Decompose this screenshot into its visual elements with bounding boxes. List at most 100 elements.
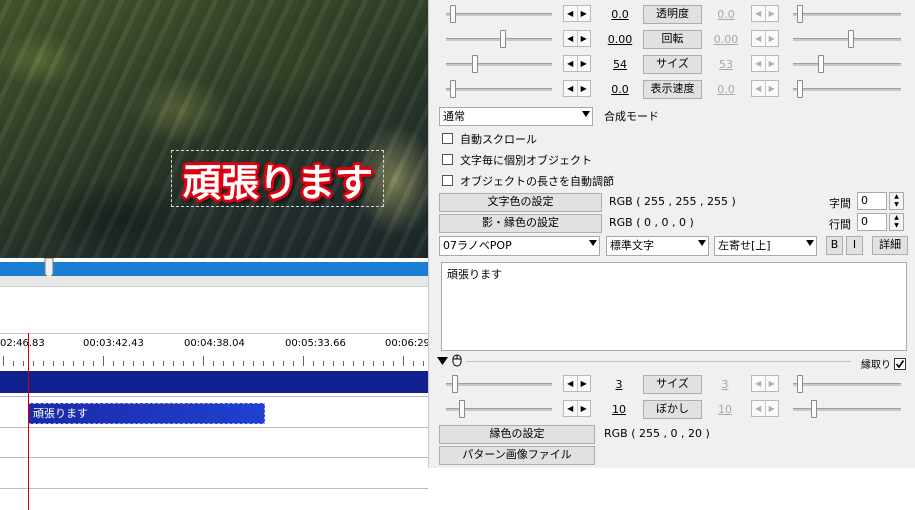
arrow-left-icon[interactable]: ◀ <box>564 31 578 46</box>
arrow-left-icon[interactable]: ◀ <box>752 56 766 71</box>
size-end-value[interactable]: 53 <box>711 58 741 71</box>
slider-handle[interactable] <box>472 55 478 73</box>
arrow-left-icon[interactable]: ◀ <box>752 401 766 416</box>
arrow-left-icon[interactable]: ◀ <box>752 31 766 46</box>
arrow-right-icon[interactable]: ▶ <box>578 376 591 391</box>
pattern-image-button[interactable]: パターン画像ファイル <box>439 446 595 465</box>
arrow-right-icon[interactable]: ▶ <box>766 6 779 21</box>
arrow-left-icon[interactable]: ◀ <box>564 401 578 416</box>
slider-track[interactable] <box>446 13 552 16</box>
layer-bar[interactable] <box>0 371 428 393</box>
arrow-left-icon[interactable]: ◀ <box>752 6 766 21</box>
slider-track[interactable] <box>793 408 901 411</box>
slider-handle[interactable] <box>797 5 803 23</box>
selection-box[interactable] <box>171 150 384 207</box>
char-spacing-spinner[interactable]: ▲ ▼ <box>889 192 904 210</box>
bold-button[interactable]: B <box>826 236 843 255</box>
speed-end-value[interactable]: 0.0 <box>711 83 741 96</box>
arrow-right-icon[interactable]: ▶ <box>578 401 591 416</box>
slider-track[interactable] <box>446 383 552 386</box>
down-arrow-icon[interactable]: ▼ <box>890 201 903 209</box>
slider-track[interactable] <box>446 63 552 66</box>
blur-end-value[interactable]: 10 <box>710 403 740 416</box>
arrow-right-icon[interactable]: ▶ <box>578 31 591 46</box>
value-spinner[interactable]: ◀ ▶ <box>751 30 779 47</box>
arrow-right-icon[interactable]: ▶ <box>578 6 591 21</box>
blur-button[interactable]: ぼかし <box>643 400 702 419</box>
up-arrow-icon[interactable]: ▲ <box>890 193 903 201</box>
slider-handle[interactable] <box>797 375 803 393</box>
slider-track[interactable] <box>793 13 901 16</box>
opacity-button[interactable]: 透明度 <box>643 5 702 24</box>
value-spinner[interactable]: ◀ ▶ <box>751 5 779 22</box>
timeline-clip[interactable]: 頑張ります <box>28 403 265 424</box>
arrow-left-icon[interactable]: ◀ <box>564 81 578 96</box>
down-arrow-icon[interactable]: ▼ <box>890 222 903 230</box>
arrow-left-icon[interactable]: ◀ <box>564 376 578 391</box>
auto-scroll-checkbox[interactable] <box>442 133 453 144</box>
time-ruler[interactable]: 02:46.83 00:03:42.43 00:04:38.04 00:05:3… <box>0 333 433 366</box>
slider-track[interactable] <box>446 38 552 41</box>
speed-start-value[interactable]: 0.0 <box>605 83 635 96</box>
arrow-right-icon[interactable]: ▶ <box>766 81 779 96</box>
seekbar[interactable] <box>0 262 428 276</box>
line-spacing-input[interactable]: 0 <box>857 213 887 231</box>
value-spinner[interactable]: ◀ ▶ <box>563 30 591 47</box>
slider-handle[interactable] <box>818 55 824 73</box>
rotation-start-value[interactable]: 0.00 <box>605 33 635 46</box>
slider-track[interactable] <box>446 88 552 91</box>
char-spacing-input[interactable]: 0 <box>857 192 887 210</box>
opacity-start-value[interactable]: 0.0 <box>605 8 635 21</box>
decoration-select[interactable]: 標準文字 <box>606 236 709 256</box>
value-spinner[interactable]: ◀ ▶ <box>563 80 591 97</box>
slider-track[interactable] <box>793 63 901 66</box>
filter-enable-checkbox[interactable] <box>894 358 906 370</box>
align-select[interactable]: 左寄せ[上] <box>714 236 817 256</box>
value-spinner[interactable]: ◀ ▶ <box>563 375 591 392</box>
slider-handle[interactable] <box>811 400 817 418</box>
value-spinner[interactable]: ◀ ▶ <box>751 55 779 72</box>
arrow-left-icon[interactable]: ◀ <box>564 6 578 21</box>
border-color-button[interactable]: 縁色の設定 <box>439 425 595 444</box>
rotation-end-value[interactable]: 0.00 <box>711 33 741 46</box>
line-spacing-spinner[interactable]: ▲ ▼ <box>889 213 904 231</box>
arrow-left-icon[interactable]: ◀ <box>752 376 766 391</box>
blend-mode-select[interactable]: 通常 <box>439 107 593 126</box>
size-button[interactable]: サイズ <box>643 55 702 74</box>
shadow-color-button[interactable]: 影・縁色の設定 <box>439 214 602 233</box>
per-char-object-checkbox[interactable] <box>442 154 453 165</box>
value-spinner[interactable]: ◀ ▶ <box>751 400 779 417</box>
rotation-button[interactable]: 回転 <box>643 30 702 49</box>
value-spinner[interactable]: ◀ ▶ <box>751 375 779 392</box>
slider-handle[interactable] <box>500 30 506 48</box>
mouse-icon[interactable] <box>452 354 462 367</box>
value-spinner[interactable]: ◀ ▶ <box>563 400 591 417</box>
text-color-button[interactable]: 文字色の設定 <box>439 193 602 212</box>
border-size-start-value[interactable]: 3 <box>604 378 634 391</box>
opacity-end-value[interactable]: 0.0 <box>711 8 741 21</box>
value-spinner[interactable]: ◀ ▶ <box>563 5 591 22</box>
arrow-left-icon[interactable]: ◀ <box>752 81 766 96</box>
up-arrow-icon[interactable]: ▲ <box>890 214 903 222</box>
collapse-triangle-icon[interactable] <box>437 356 449 366</box>
slider-track[interactable] <box>793 383 901 386</box>
slider-track[interactable] <box>793 88 901 91</box>
font-select[interactable]: 07ラノベPOP <box>439 236 600 256</box>
arrow-right-icon[interactable]: ▶ <box>766 376 779 391</box>
border-size-end-value[interactable]: 3 <box>710 378 740 391</box>
slider-handle[interactable] <box>450 80 456 98</box>
slider-handle[interactable] <box>797 80 803 98</box>
slider-handle[interactable] <box>452 375 458 393</box>
size-start-value[interactable]: 54 <box>605 58 635 71</box>
slider-track[interactable] <box>793 38 901 41</box>
arrow-left-icon[interactable]: ◀ <box>564 56 578 71</box>
display-speed-button[interactable]: 表示速度 <box>643 80 702 99</box>
detail-button[interactable]: 詳細 <box>872 236 908 255</box>
arrow-right-icon[interactable]: ▶ <box>766 401 779 416</box>
blur-start-value[interactable]: 10 <box>604 403 634 416</box>
arrow-right-icon[interactable]: ▶ <box>766 56 779 71</box>
auto-length-checkbox[interactable] <box>442 175 453 186</box>
slider-handle[interactable] <box>459 400 465 418</box>
value-spinner[interactable]: ◀ ▶ <box>563 55 591 72</box>
playhead[interactable] <box>28 333 29 510</box>
